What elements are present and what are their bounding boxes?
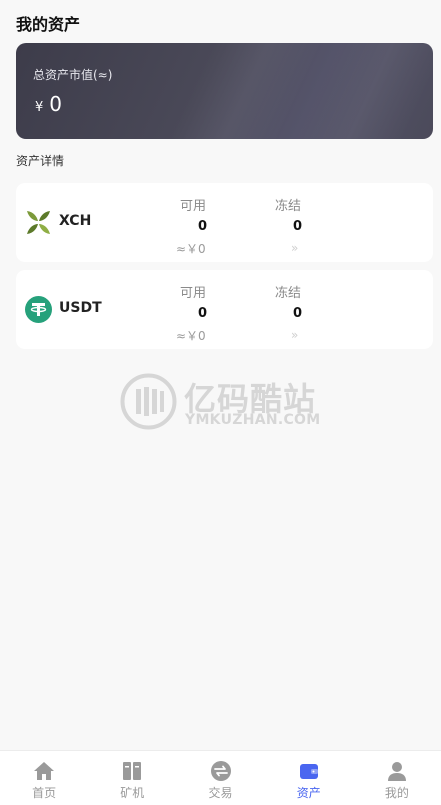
watermark-chinese: 亿码酷站: [184, 380, 317, 418]
approx-value: ≈￥0: [176, 329, 206, 343]
watermark-logo-icon: [120, 373, 177, 430]
home-icon: [34, 762, 55, 780]
asset-details-title: 资产详情: [16, 154, 65, 168]
available-value: 0: [198, 219, 208, 234]
available-value: 0: [198, 306, 208, 321]
frozen-value: 0: [293, 219, 303, 234]
available-label: 可用: [180, 286, 207, 301]
tab-exchange[interactable]: 交易: [176, 751, 264, 805]
miner-icon: [123, 762, 142, 780]
double-chevron-right-icon[interactable]: »: [291, 241, 299, 255]
exchange-icon: [210, 761, 231, 781]
tab-profile[interactable]: 我的: [353, 751, 441, 805]
asset-card-usdt[interactable]: USDT 可用 冻结 0 0 ≈￥0 »: [16, 270, 433, 349]
bottom-tab-bar: 首页 矿机 交易 资产 我的: [0, 750, 441, 805]
asset-card-xch[interactable]: XCH 可用 冻结 0 0 ≈￥0 »: [16, 183, 433, 262]
wallet-icon: [299, 764, 318, 779]
total-assets-label: 总资产市值(≈): [33, 68, 113, 82]
frozen-label: 冻结: [275, 286, 302, 301]
total-assets-value: ¥ 0: [35, 92, 62, 116]
total-assets-card: 总资产市值(≈) ¥ 0: [16, 43, 433, 139]
approx-value: ≈￥0: [176, 242, 206, 256]
tab-label: 我的: [384, 786, 409, 800]
frozen-label: 冻结: [275, 199, 302, 214]
tab-label: 资产: [296, 786, 321, 800]
xch-coin-icon: [27, 211, 50, 234]
tab-label: 首页: [32, 786, 57, 800]
tab-label: 矿机: [120, 786, 145, 800]
watermark-english: YMKUZHAN.COM: [185, 412, 321, 428]
tab-label: 交易: [208, 786, 233, 800]
available-label: 可用: [180, 199, 207, 214]
page-title: 我的资产: [16, 15, 81, 34]
tab-assets[interactable]: 资产: [265, 751, 353, 805]
tab-miner[interactable]: 矿机: [88, 751, 176, 805]
currency-symbol: ¥: [35, 100, 44, 115]
user-icon: [387, 762, 406, 781]
watermark: 亿码酷站 YMKUZHAN.COM: [119, 372, 329, 434]
tab-home[interactable]: 首页: [0, 751, 88, 805]
asset-symbol: USDT: [59, 300, 102, 316]
frozen-value: 0: [293, 306, 303, 321]
asset-symbol: XCH: [59, 213, 92, 229]
usdt-coin-icon: [25, 296, 52, 323]
double-chevron-right-icon[interactable]: »: [291, 328, 299, 342]
total-assets-amount: 0: [49, 92, 63, 116]
